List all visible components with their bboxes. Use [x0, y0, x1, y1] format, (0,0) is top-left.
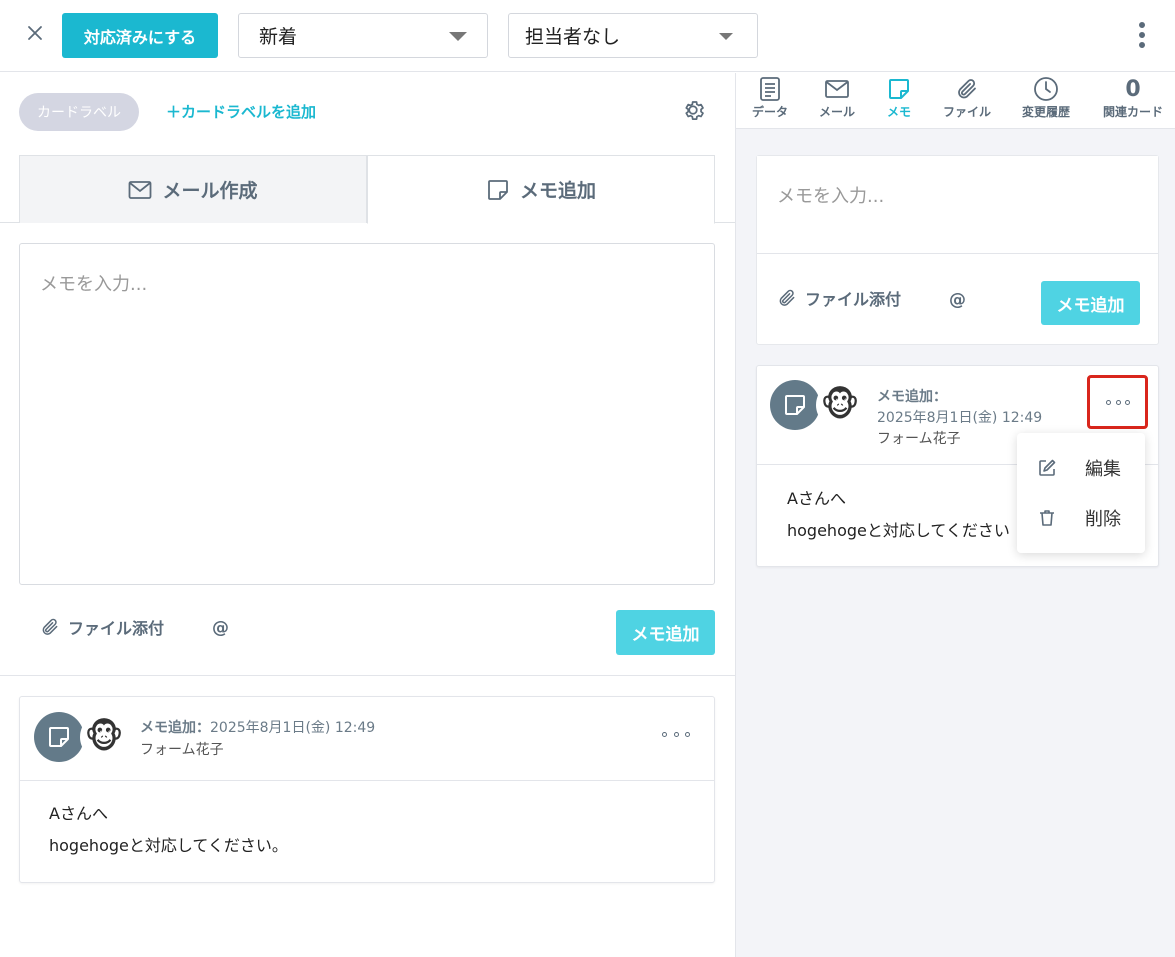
- tab-file[interactable]: ファイル: [941, 75, 993, 129]
- sticky-note-icon: [47, 725, 71, 749]
- tab-related-cards[interactable]: 0 関連カード: [1100, 75, 1166, 129]
- compose-tabs: メール作成 メモ追加: [0, 155, 735, 224]
- tab-mail-compose[interactable]: メール作成: [19, 155, 367, 223]
- memo-item-timestamp: 2025年8月1日(金) 12:49: [877, 410, 1043, 426]
- tab-related-cards-label: 関連カード: [1102, 105, 1163, 119]
- document-icon: [757, 75, 783, 103]
- sticky-note-icon: [886, 75, 912, 103]
- tab-mail-label: メール: [818, 105, 855, 119]
- envelope-icon: [824, 75, 850, 103]
- chevron-down-icon: [449, 32, 467, 41]
- avatar: 🐵: [80, 713, 128, 761]
- paperclip-icon: [954, 75, 980, 103]
- mention-button[interactable]: @: [949, 290, 966, 310]
- tab-history[interactable]: 変更履歴: [1020, 75, 1072, 129]
- menu-item-edit-label: 編集: [1085, 459, 1121, 480]
- memo-type-avatar: [34, 712, 84, 762]
- file-attach-button[interactable]: ファイル添付: [777, 286, 901, 310]
- menu-item-delete-label: 削除: [1085, 509, 1121, 530]
- memo-item-timestamp: 2025年8月1日(金) 12:49: [210, 720, 376, 736]
- memo-item-author: フォーム花子: [140, 742, 224, 758]
- file-attach-label: ファイル添付: [68, 619, 165, 638]
- more-horizontal-icon[interactable]: [662, 725, 690, 743]
- tab-history-label: 変更履歴: [1021, 105, 1070, 119]
- tab-memo-add-label: メモ追加: [519, 180, 596, 202]
- assignee-select[interactable]: 担当者なし: [508, 13, 758, 58]
- memo-item-author: フォーム花子: [877, 431, 961, 447]
- clock-icon: [1033, 75, 1059, 103]
- memo-item-action-label: メモ追加：: [877, 389, 947, 405]
- memo-item: 🐵 メモ追加：2025年8月1日(金) 12:49 フォーム花子 Aさんへ ho…: [19, 696, 715, 883]
- sticky-note-icon: [486, 178, 510, 202]
- memo-type-avatar: [770, 380, 820, 430]
- tab-memo[interactable]: メモ: [882, 75, 916, 129]
- trash-icon: [1037, 508, 1057, 528]
- envelope-icon: [128, 180, 152, 200]
- assignee-select-value: 担当者なし: [525, 26, 621, 48]
- more-vertical-icon[interactable]: [1132, 20, 1152, 50]
- avatar: 🐵: [816, 381, 864, 429]
- memo-item-body: Aさんへ hogehogeと対応してください: [787, 483, 1010, 547]
- add-memo-button[interactable]: メモ追加: [616, 610, 715, 655]
- menu-item-delete[interactable]: 削除: [1017, 498, 1145, 538]
- memo-item-body-line: Aさんへ: [787, 489, 846, 508]
- menu-item-edit[interactable]: 編集: [1017, 448, 1145, 488]
- memo-context-menu: 編集 削除: [1017, 433, 1145, 553]
- divider: [0, 675, 735, 676]
- tab-data[interactable]: データ: [748, 75, 792, 129]
- memo-item-header: 🐵 メモ追加：2025年8月1日(金) 12:49 フォーム花子: [20, 697, 714, 781]
- memo-compose-panel: ファイル添付 @ メモ追加: [756, 155, 1159, 345]
- paperclip-icon: [777, 287, 797, 309]
- highlight-frame: [1087, 375, 1148, 429]
- sticky-note-icon: [783, 393, 807, 417]
- status-select-value: 新着: [259, 26, 298, 48]
- tab-data-label: データ: [751, 105, 788, 119]
- mention-button[interactable]: @: [212, 618, 229, 638]
- tab-file-label: ファイル: [942, 105, 991, 119]
- memo-item-meta: メモ追加：2025年8月1日(金) 12:49: [140, 717, 375, 737]
- add-memo-button[interactable]: メモ追加: [1041, 281, 1140, 325]
- tab-mail-compose-label: メール作成: [162, 180, 258, 202]
- edit-icon: [1037, 458, 1057, 478]
- memo-item-body-line: hogehogeと対応してください: [787, 521, 1010, 540]
- tab-memo-label: メモ: [886, 105, 911, 119]
- file-attach-button[interactable]: ファイル添付: [40, 615, 164, 639]
- close-icon[interactable]: [24, 22, 46, 44]
- related-cards-count: 0: [1125, 77, 1141, 102]
- card-label-badge[interactable]: カードラベル: [19, 93, 139, 131]
- top-bar: 対応済みにする 新着 担当者なし: [0, 0, 1175, 72]
- memo-item-body-line: hogehogeと対応してください。: [49, 836, 288, 855]
- left-pane: カードラベル ＋カードラベルを追加 メール作成 メモ追加 ファイル添付 @ メモ…: [0, 73, 735, 957]
- memo-item-body-line: Aさんへ: [49, 804, 108, 823]
- tab-mail[interactable]: メール: [816, 75, 858, 129]
- gear-icon[interactable]: [680, 97, 706, 123]
- right-tab-bar: データ メール メモ ファイル 変更履歴 0 関連カード: [736, 73, 1175, 129]
- chevron-down-icon: [719, 33, 733, 40]
- file-attach-label: ファイル添付: [805, 290, 902, 309]
- add-card-label-link[interactable]: ＋カードラベルを追加: [166, 99, 316, 123]
- memo-input[interactable]: [19, 243, 715, 585]
- mark-resolved-button[interactable]: 対応済みにする: [62, 13, 218, 58]
- memo-item-action: メモ追加：: [140, 720, 210, 736]
- memo-input[interactable]: [757, 156, 1158, 254]
- memo-item-body: Aさんへ hogehogeと対応してください。: [49, 798, 288, 862]
- paperclip-icon: [40, 616, 60, 638]
- status-select[interactable]: 新着: [238, 13, 488, 58]
- memo-item-action: メモ追加：: [877, 386, 947, 406]
- tab-memo-add[interactable]: メモ追加: [367, 155, 715, 224]
